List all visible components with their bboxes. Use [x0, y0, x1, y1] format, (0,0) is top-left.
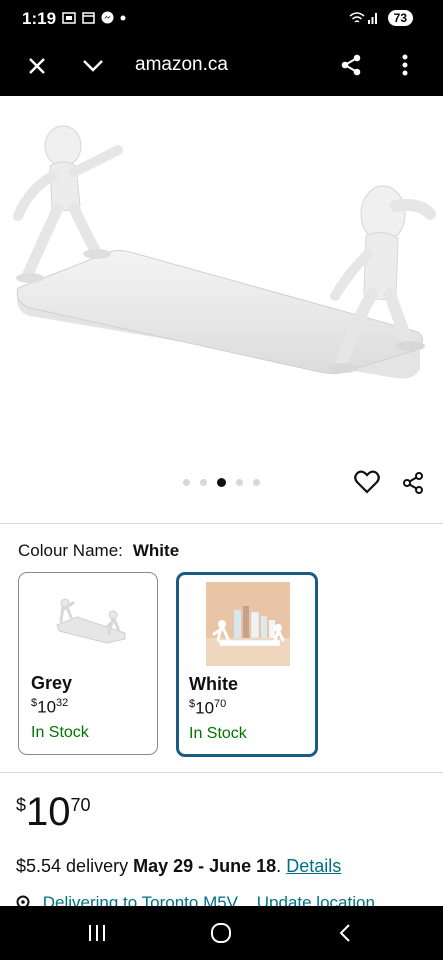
variant-price: $1032: [31, 697, 69, 717]
recent-apps-icon: [89, 925, 105, 941]
browser-toolbar: amazon.ca: [0, 38, 443, 96]
colour-value: White: [132, 541, 180, 560]
carousel-dot-active[interactable]: [217, 478, 226, 487]
product-image: [13, 125, 436, 379]
status-bar: 1:19 73: [0, 0, 443, 38]
delivery-fee: $5.54 delivery: [16, 856, 129, 876]
chevron-down-icon: [83, 60, 103, 72]
carousel-dot[interactable]: [236, 479, 243, 486]
carousel-dot[interactable]: [253, 479, 260, 486]
colour-selector-label: Colour Name: White: [18, 541, 179, 561]
page-url[interactable]: amazon.ca: [135, 54, 228, 76]
price-fraction: 70: [70, 795, 91, 815]
battery-level: 73: [387, 10, 413, 26]
wifi-signal-icon: [349, 12, 377, 24]
wishlist-button[interactable]: [353, 468, 381, 496]
messenger-icon: [101, 11, 114, 24]
price-currency: $: [16, 795, 27, 815]
carousel-dot[interactable]: [200, 479, 207, 486]
recent-apps-button[interactable]: [80, 921, 114, 945]
more-options-button[interactable]: [395, 51, 415, 79]
divider: [0, 772, 443, 773]
location-pin-icon: [16, 895, 30, 906]
colour-label: Colour Name:: [18, 541, 123, 560]
variant-name: White: [189, 674, 238, 694]
home-button[interactable]: [204, 919, 238, 947]
variant-name: Grey: [31, 673, 73, 693]
delivery-location[interactable]: Delivering to Toronto M5V Update locatio…: [16, 893, 375, 906]
share-button[interactable]: [338, 51, 364, 79]
close-button[interactable]: [24, 53, 50, 79]
variant-stock: In Stock: [31, 724, 89, 741]
collapse-button[interactable]: [80, 53, 106, 79]
share-icon: [403, 472, 423, 494]
back-icon: [339, 924, 350, 942]
share-icon: [341, 54, 361, 76]
variant-price: $1070: [189, 698, 227, 718]
product-price: $1070: [16, 790, 91, 835]
product-image-gallery[interactable]: [0, 96, 443, 524]
home-icon: [211, 923, 231, 943]
system-navigation-bar: [0, 906, 443, 960]
more-vertical-icon: [402, 54, 408, 76]
notification-icons: [62, 11, 126, 24]
share-product-button[interactable]: [399, 469, 427, 497]
variant-thumbnail: [206, 582, 290, 666]
variant-thumbnail: [56, 598, 126, 644]
heart-icon: [354, 470, 380, 494]
delivery-details-link[interactable]: Details: [286, 856, 341, 876]
divider: [0, 523, 443, 524]
variant-stock: In Stock: [189, 725, 247, 742]
calendar-icon: [82, 11, 95, 24]
delivery-info: $5.54 delivery May 29 - June 18. Details: [16, 856, 342, 876]
variant-white-selected[interactable]: White $1070 In Stock: [176, 572, 318, 757]
dot-icon: [120, 15, 126, 20]
close-icon: [29, 58, 45, 74]
update-location-link[interactable]: Update location: [257, 893, 375, 906]
status-time: 1:19: [22, 9, 57, 28]
location-text[interactable]: Delivering to Toronto M5V: [43, 893, 238, 906]
carousel-dot[interactable]: [183, 479, 190, 486]
delivery-dates: May 29 - June 18: [133, 856, 277, 876]
back-button[interactable]: [330, 920, 360, 946]
price-whole: 10: [26, 790, 71, 834]
screenshot-icon: [62, 11, 76, 24]
variant-grey[interactable]: Grey $1032 In Stock: [18, 572, 158, 755]
